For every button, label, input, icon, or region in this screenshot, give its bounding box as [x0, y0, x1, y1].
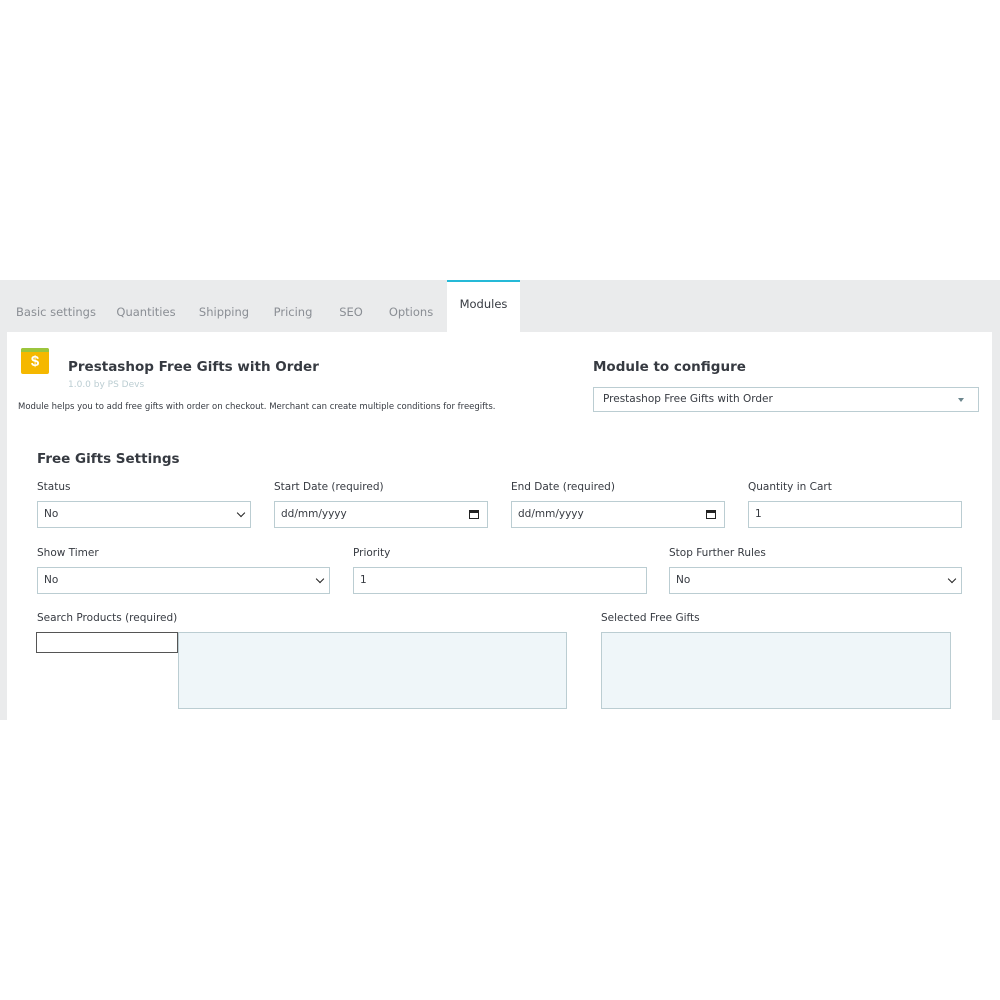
selected-gifts-list[interactable] — [601, 632, 951, 709]
calendar-icon[interactable] — [706, 510, 716, 519]
tab-seo[interactable]: SEO — [328, 280, 374, 332]
quantity-input[interactable]: 1 — [748, 501, 962, 528]
module-description: Module helps you to add free gifts with … — [18, 402, 496, 412]
admin-frame: Basic settings Quantities Shipping Prici… — [0, 280, 1000, 720]
chevron-down-icon — [236, 508, 246, 518]
dollar-sign-glyph: $ — [30, 353, 40, 370]
start-date-value: dd/mm/yyyy — [281, 508, 347, 520]
calendar-icon[interactable] — [469, 510, 479, 519]
show-timer-value: No — [44, 574, 59, 586]
stop-rules-select[interactable]: No — [669, 567, 962, 594]
status-label: Status — [37, 481, 71, 493]
stop-rules-value: No — [676, 574, 691, 586]
tab-modules[interactable]: Modules — [447, 280, 520, 332]
end-date-input[interactable]: dd/mm/yyyy — [511, 501, 725, 528]
priority-input[interactable]: 1 — [353, 567, 647, 594]
tab-pricing[interactable]: Pricing — [264, 280, 322, 332]
show-timer-label: Show Timer — [37, 547, 99, 559]
tab-shipping[interactable]: Shipping — [190, 280, 258, 332]
stop-rules-label: Stop Further Rules — [669, 547, 766, 559]
priority-value: 1 — [360, 574, 367, 586]
start-date-label: Start Date (required) — [274, 481, 384, 493]
module-select-value: Prestashop Free Gifts with Order — [603, 393, 773, 405]
quantity-value: 1 — [755, 508, 762, 520]
chevron-down-icon — [315, 574, 325, 584]
tab-quantities[interactable]: Quantities — [108, 280, 184, 332]
modules-panel: $ Prestashop Free Gifts with Order 1.0.0… — [7, 332, 992, 720]
module-title: Prestashop Free Gifts with Order — [68, 359, 319, 375]
tab-basic-settings[interactable]: Basic settings — [10, 280, 102, 332]
priority-label: Priority — [353, 547, 391, 559]
end-date-value: dd/mm/yyyy — [518, 508, 584, 520]
chevron-down-icon — [947, 574, 957, 584]
end-date-label: End Date (required) — [511, 481, 615, 493]
module-version: 1.0.0 by PS Devs — [68, 380, 145, 390]
search-results-list[interactable] — [178, 632, 567, 709]
module-select[interactable]: Prestashop Free Gifts with Order — [593, 387, 979, 412]
show-timer-select[interactable]: No — [37, 567, 330, 594]
settings-title: Free Gifts Settings — [37, 451, 180, 467]
selected-gifts-label: Selected Free Gifts — [601, 612, 700, 624]
tab-options[interactable]: Options — [380, 280, 442, 332]
quantity-label: Quantity in Cart — [748, 481, 832, 493]
search-products-label: Search Products (required) — [37, 612, 178, 624]
start-date-input[interactable]: dd/mm/yyyy — [274, 501, 488, 528]
configure-title: Module to configure — [593, 359, 746, 375]
dollar-sign-icon: $ — [21, 348, 49, 374]
status-value: No — [44, 508, 59, 520]
product-tabs: Basic settings Quantities Shipping Prici… — [0, 280, 1000, 332]
caret-down-icon — [958, 398, 964, 402]
status-select[interactable]: No — [37, 501, 251, 528]
search-products-input[interactable] — [36, 632, 178, 653]
